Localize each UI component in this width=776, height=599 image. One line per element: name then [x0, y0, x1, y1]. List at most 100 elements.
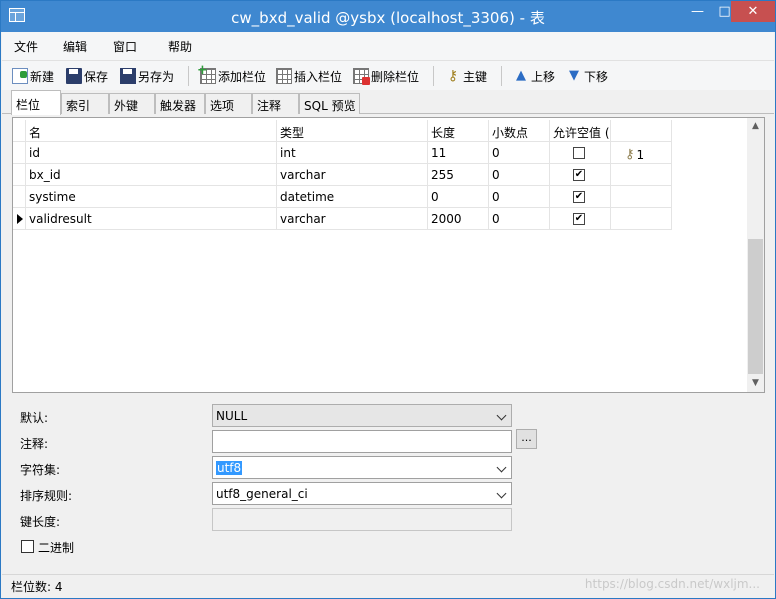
binary-checkbox[interactable]	[21, 540, 34, 553]
cell-length[interactable]: 255	[428, 164, 489, 186]
key-length-input	[212, 508, 512, 531]
scroll-down-icon[interactable]: ▼	[747, 375, 764, 392]
cell-decimals[interactable]: 0	[489, 208, 550, 230]
nullable-checkbox[interactable]: ✔	[573, 169, 585, 181]
charset-select[interactable]: utf8	[212, 456, 512, 479]
cell-type[interactable]: varchar	[277, 164, 428, 186]
table-row[interactable]: bx_id varchar 255 0 ✔	[13, 164, 673, 186]
tab-triggers[interactable]: 触发器	[155, 93, 205, 114]
delete-field-button[interactable]: 删除栏位	[353, 66, 419, 86]
delete-field-label: 删除栏位	[371, 69, 420, 84]
toolbar-separator	[188, 66, 189, 86]
comment-edit-button[interactable]: ...	[516, 429, 537, 449]
cell-key[interactable]: ⚷ 1	[611, 142, 672, 164]
cell-nullable[interactable]: ✔	[550, 164, 611, 186]
insert-field-label: 插入栏位	[294, 69, 343, 84]
nullable-checkbox[interactable]	[573, 147, 585, 159]
menu-help[interactable]: 帮助	[168, 38, 192, 55]
cell-nullable[interactable]	[550, 142, 611, 164]
table-row[interactable]: systime datetime 0 0 ✔	[13, 186, 673, 208]
menu-file[interactable]: 文件	[14, 38, 38, 55]
scrollbar-thumb[interactable]	[748, 239, 763, 374]
key-icon: ⚷	[447, 68, 459, 84]
new-label: 新建	[30, 69, 55, 84]
table-row[interactable]: validresult varchar 2000 0 ✔	[13, 208, 673, 230]
grid-header: 名 类型 长度 小数点 允许空值 (	[13, 120, 673, 142]
cell-nullable[interactable]: ✔	[550, 208, 611, 230]
minimize-button[interactable]: —	[684, 1, 711, 22]
cell-type[interactable]: int	[277, 142, 428, 164]
header-nullable[interactable]: 允许空值 (	[550, 120, 611, 142]
table-designer-window: cw_bxd_valid @ysbx (localhost_3306) - 表 …	[0, 0, 776, 599]
tab-comment[interactable]: 注释	[252, 93, 299, 114]
vertical-scrollbar[interactable]: ▲ ▼	[747, 118, 764, 392]
menu-window[interactable]: 窗口	[113, 38, 137, 55]
tab-foreign-keys[interactable]: 外键	[109, 93, 155, 114]
collation-value: utf8_general_ci	[216, 487, 308, 501]
tab-indexes[interactable]: 索引	[61, 93, 109, 114]
row-indicator	[13, 186, 26, 208]
cell-nullable[interactable]: ✔	[550, 186, 611, 208]
key-length-label: 键长度:	[20, 515, 61, 529]
nullable-checkbox[interactable]: ✔	[573, 213, 585, 225]
cell-decimals[interactable]: 0	[489, 142, 550, 164]
cell-key[interactable]	[611, 164, 672, 186]
binary-label[interactable]: 二进制	[38, 539, 74, 556]
header-decimals[interactable]: 小数点	[489, 120, 550, 142]
status-bar: 栏位数: 4 https://blog.csdn.net/wxljm...	[2, 574, 774, 598]
save-as-label: 另存为	[138, 69, 175, 84]
watermark: https://blog.csdn.net/wxljm...	[584, 577, 760, 591]
save-button[interactable]: 保存	[66, 66, 108, 86]
comment-input[interactable]	[212, 430, 512, 453]
cell-key[interactable]	[611, 208, 672, 230]
cell-type[interactable]: datetime	[277, 186, 428, 208]
cell-decimals[interactable]: 0	[489, 186, 550, 208]
cell-name[interactable]: id	[26, 142, 277, 164]
charset-label: 字符集:	[20, 463, 61, 477]
cell-type[interactable]: varchar	[277, 208, 428, 230]
default-value: NULL	[216, 409, 248, 423]
save-as-button[interactable]: 另存为	[120, 66, 174, 86]
current-row-indicator	[13, 208, 26, 230]
cell-decimals[interactable]: 0	[489, 164, 550, 186]
key-order: 1	[636, 147, 645, 162]
cell-name[interactable]: bx_id	[26, 164, 277, 186]
table-row[interactable]: id int 11 0 ⚷ 1	[13, 142, 673, 164]
move-up-button[interactable]: ▲ 上移	[513, 66, 555, 86]
toolbar-separator	[433, 66, 434, 86]
primary-key-label: 主键	[463, 69, 488, 84]
close-button[interactable]: ✕	[731, 1, 775, 22]
fields-grid[interactable]: 名 类型 长度 小数点 允许空值 ( id int 11 0 ⚷ 1 bx_id…	[12, 117, 765, 393]
menu-edit[interactable]: 编辑	[63, 38, 87, 55]
toolbar: 新建 保存 另存为 添加栏位 插入栏位 删除栏位 ⚷ 主键 ▲	[2, 60, 774, 90]
cell-length[interactable]: 11	[428, 142, 489, 164]
cell-length[interactable]: 0	[428, 186, 489, 208]
tab-fields[interactable]: 栏位	[11, 90, 61, 115]
add-field-button[interactable]: 添加栏位	[197, 63, 266, 86]
nullable-checkbox[interactable]: ✔	[573, 191, 585, 203]
header-name[interactable]: 名	[26, 120, 277, 142]
cell-key[interactable]	[611, 186, 672, 208]
key-icon: ⚷	[625, 147, 635, 162]
add-field-icon	[197, 63, 216, 84]
row-indicator	[13, 164, 26, 186]
primary-key-button[interactable]: ⚷ 主键	[445, 66, 487, 86]
scroll-up-icon[interactable]: ▲	[747, 118, 764, 135]
title-bar[interactable]: cw_bxd_valid @ysbx (localhost_3306) - 表 …	[1, 1, 775, 32]
default-select[interactable]: NULL	[212, 404, 512, 427]
insert-field-button[interactable]: 插入栏位	[276, 66, 342, 86]
save-icon	[66, 68, 82, 84]
collation-select[interactable]: utf8_general_ci	[212, 482, 512, 505]
tab-sql-preview[interactable]: SQL 预览	[299, 93, 360, 114]
header-type[interactable]: 类型	[277, 120, 428, 142]
cell-name[interactable]: validresult	[26, 208, 277, 230]
header-length[interactable]: 长度	[428, 120, 489, 142]
cell-name[interactable]: systime	[26, 186, 277, 208]
cell-length[interactable]: 2000	[428, 208, 489, 230]
new-button[interactable]: 新建	[12, 66, 54, 86]
delete-field-icon	[353, 68, 370, 85]
tab-options[interactable]: 选项	[205, 93, 252, 114]
move-down-button[interactable]: ▼ 下移	[566, 66, 608, 86]
header-key[interactable]	[611, 120, 672, 142]
arrow-down-icon: ▼	[569, 68, 579, 83]
